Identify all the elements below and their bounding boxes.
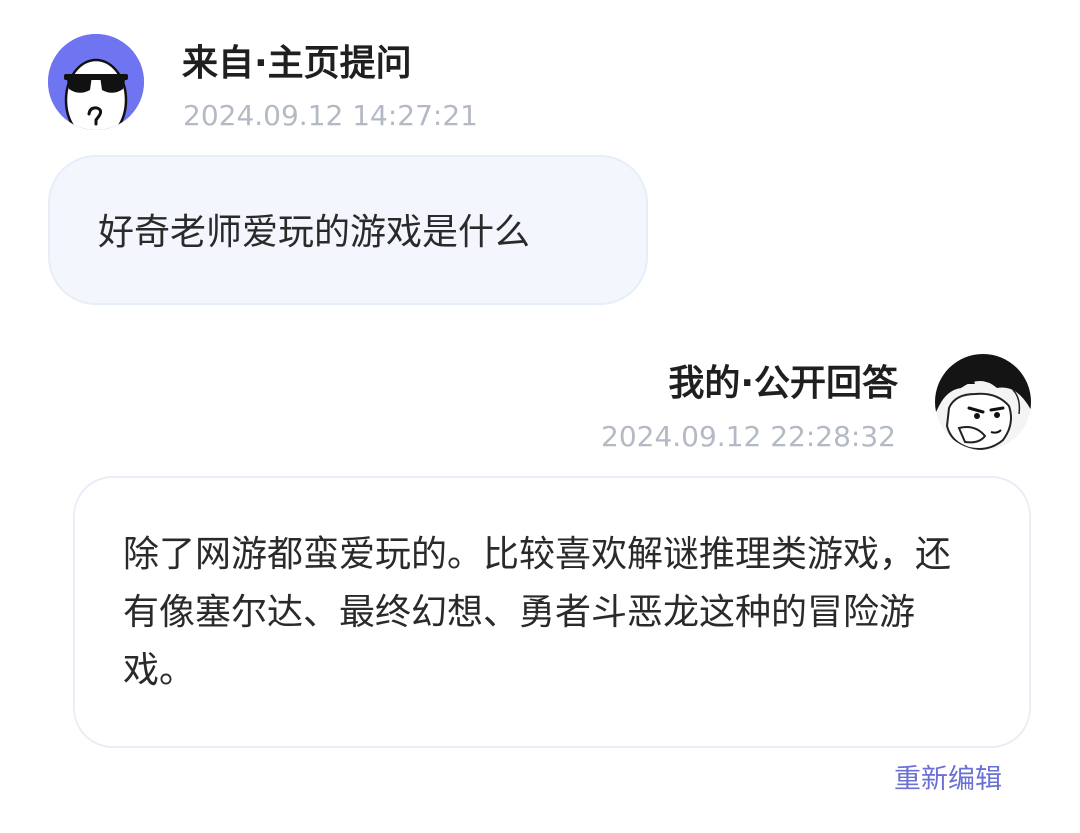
asker-avatar[interactable] [48,34,144,130]
question-source-label: 来自·主页提问 [182,43,412,84]
anonymous-sunglasses-avatar-icon [48,34,144,130]
manga-character-avatar-icon [935,354,1031,450]
question-text: 好奇老师爱玩的游戏是什么 [98,212,531,253]
answerer-avatar[interactable] [935,354,1031,450]
question-timestamp: 2024.09.12 14:27:21 [183,99,478,132]
answer-source-label: 我的·公开回答 [668,363,898,404]
answer-timestamp: 2024.09.12 22:28:32 [601,420,896,453]
question-bubble: 好奇老师爱玩的游戏是什么 [48,155,648,305]
answer-text: 除了网游都蛮爱玩的。比较喜欢解谜推理类游戏，还有像塞尔达、最终幻想、勇者斗恶龙这… [123,534,952,691]
answer-bubble: 除了网游都蛮爱玩的。比较喜欢解谜推理类游戏，还有像塞尔达、最终幻想、勇者斗恶龙这… [73,476,1031,748]
re-edit-button[interactable]: 重新编辑 [894,762,1002,798]
